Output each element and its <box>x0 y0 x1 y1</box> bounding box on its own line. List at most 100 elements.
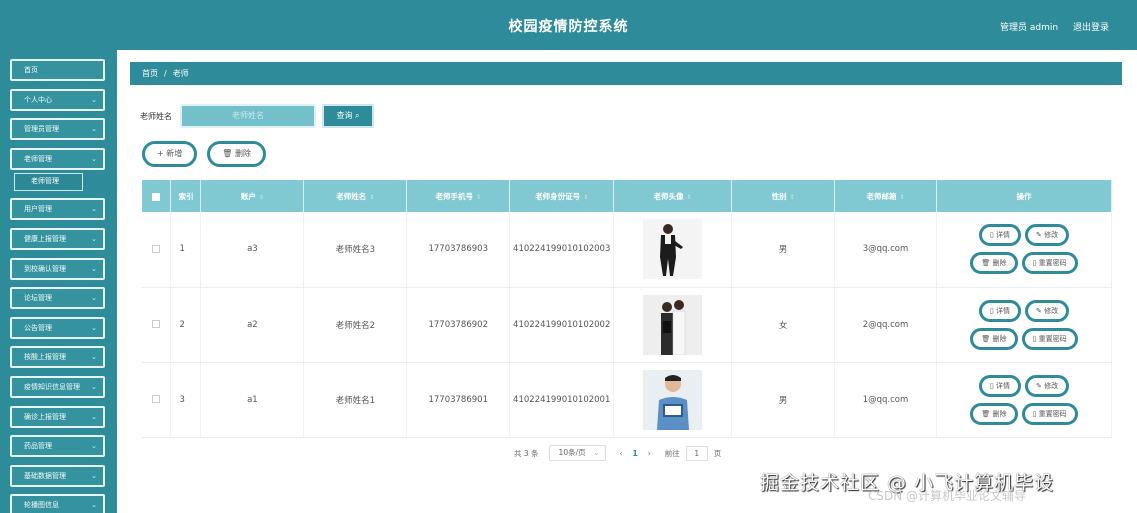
sidebar-item-label: 确诊上报管理 <box>24 412 66 421</box>
edit-button[interactable]: ✎ 修改 <box>1024 299 1070 322</box>
col-header-account[interactable]: 账户 ⇕ <box>200 180 305 212</box>
search-button[interactable]: 查询 ⌕ <box>322 104 374 128</box>
sidebar-item-label: 论坛管理 <box>24 294 52 303</box>
app-title: 校园疫情防控系统 <box>508 19 629 35</box>
cell-actions: ▯ 详情 ✎ 修改 🗑 删除 ▯ 重置密码 <box>936 212 1113 288</box>
sidebar-item-knowledge[interactable]: 疫情知识信息管理 ⌄ <box>10 375 105 398</box>
sidebar-item-notice[interactable]: 公告管理 ⌄ <box>10 316 105 339</box>
col-header-phone[interactable]: 老师手机号 ⇕ <box>406 180 511 212</box>
col-header-name[interactable]: 老师姓名 ⇕ <box>303 180 408 212</box>
col-header-gender[interactable]: 性别 ⇕ <box>731 180 836 212</box>
prev-page-icon[interactable]: ‹ <box>620 449 623 458</box>
chevron-down-icon: ⌄ <box>91 353 97 362</box>
document-icon: ▯ <box>989 381 994 390</box>
sidebar-item-diagnosis[interactable]: 确诊上报管理 ⌄ <box>10 405 105 428</box>
delete-button[interactable]: 🗑 删除 <box>970 327 1018 350</box>
sort-icon: ⇕ <box>369 193 375 201</box>
goto-page-input[interactable]: 1 <box>685 445 708 461</box>
trash-icon: 🗑 <box>222 149 233 158</box>
sidebar-item-forum[interactable]: 论坛管理 ⌄ <box>10 287 105 310</box>
cell-phone: 17703786901 <box>406 362 511 438</box>
teacher-table: 索引 账户 ⇕ 老师姓名 ⇕ 老师手机号 ⇕ 老师身份证号 ⇕ 老师头像 ⇕ 性别 ⇕ 老师… <box>142 180 1113 438</box>
plus-icon: + <box>157 149 164 158</box>
chevron-down-icon: ⌄ <box>91 95 97 104</box>
reset-password-button[interactable]: ▯ 重置密码 <box>1021 252 1078 275</box>
current-user: 管理员 admin <box>1000 23 1059 33</box>
detail-button[interactable]: ▯ 详情 <box>978 224 1021 247</box>
cell-avatar <box>613 212 733 288</box>
cell-phone: 17703786902 <box>406 287 511 363</box>
cell-name: 老师姓名1 <box>303 362 408 438</box>
cell-index: 1 <box>170 212 202 288</box>
batch-delete-button[interactable]: 🗑 删除 <box>207 141 266 167</box>
detail-button[interactable]: ▯ 详情 <box>978 374 1021 397</box>
breadcrumb: 首页 / 老师 <box>130 62 1122 85</box>
logout-link[interactable]: 退出登录 <box>1073 23 1109 33</box>
goto-label: 前往 <box>664 448 680 458</box>
col-header-avatar[interactable]: 老师头像 ⇕ <box>613 180 733 212</box>
edit-button[interactable]: ✎ 修改 <box>1024 374 1070 397</box>
sidebar-subitem-teachers[interactable]: 老师管理 <box>14 173 83 192</box>
sort-icon: ⇕ <box>583 193 589 201</box>
sidebar-item-label: 轮播图信息 <box>24 501 59 510</box>
trash-icon: 🗑 <box>981 334 991 343</box>
sidebar-item-arrival[interactable]: 到校确认管理 ⌄ <box>10 257 105 280</box>
row-checkbox[interactable] <box>152 395 161 403</box>
search-label: 老师姓名 <box>140 111 172 121</box>
col-header-actions: 操作 <box>936 180 1113 212</box>
next-page-icon[interactable]: › <box>648 449 651 458</box>
sidebar-item-medicine[interactable]: 药品管理 ⌄ <box>10 435 105 458</box>
search-input[interactable]: 老师姓名 <box>180 104 316 128</box>
cell-index: 3 <box>170 362 202 438</box>
reset-password-button[interactable]: ▯ 重置密码 <box>1021 327 1078 350</box>
row-select-cell[interactable] <box>142 212 172 288</box>
delete-button[interactable]: 🗑 删除 <box>970 252 1018 275</box>
sidebar-item-personal[interactable]: 个人中心 ⌄ <box>10 88 105 111</box>
cell-name: 老师姓名2 <box>303 287 408 363</box>
sidebar-item-admins[interactable]: 管理员管理 ⌄ <box>10 118 105 141</box>
add-button[interactable]: + 新增 <box>142 141 198 167</box>
col-header-index[interactable]: 索引 <box>170 180 202 212</box>
sidebar-item-users[interactable]: 用户管理 ⌄ <box>10 198 105 221</box>
sidebar-item-base-data[interactable]: 基础数据管理 ⌄ <box>10 464 105 487</box>
col-header-email[interactable]: 老师邮箱 ⇕ <box>834 180 937 212</box>
add-button-label: 新增 <box>166 149 183 158</box>
sidebar-item-health-report[interactable]: 健康上报管理 ⌄ <box>10 227 105 250</box>
sidebar-item-teachers[interactable]: 老师管理 ⌄ <box>10 147 105 170</box>
batch-delete-label: 删除 <box>234 149 251 158</box>
sidebar-item-label: 核酸上报管理 <box>24 353 66 362</box>
edit-button[interactable]: ✎ 修改 <box>1024 224 1070 247</box>
pagination-total: 共 3 条 <box>514 448 539 458</box>
cell-avatar <box>613 362 733 438</box>
cell-idcard: 410224199010102001 <box>509 362 615 438</box>
select-all-checkbox[interactable] <box>152 192 161 201</box>
sidebar-item-label: 健康上报管理 <box>24 234 66 243</box>
sidebar: 首页 个人中心 ⌄ 管理员管理 ⌄ 老师管理 ⌄ 老师管理 用户管理 ⌄ 健康上报管理 ⌄… <box>0 50 117 513</box>
page-size-select[interactable]: 10条/页 ⌄ <box>548 445 606 461</box>
detail-button[interactable]: ▯ 详情 <box>978 299 1021 322</box>
row-select-cell[interactable] <box>142 287 172 363</box>
sidebar-item-carousel[interactable]: 轮播图信息 ⌄ <box>10 494 105 513</box>
cell-account: a3 <box>200 212 305 288</box>
row-checkbox[interactable] <box>152 320 161 328</box>
reset-password-button[interactable]: ▯ 重置密码 <box>1021 402 1078 425</box>
chevron-down-icon: ⌄ <box>91 412 97 421</box>
search-bar: 老师姓名 老师姓名 查询 ⌕ <box>140 104 374 128</box>
select-all-cell[interactable] <box>142 180 172 212</box>
cell-gender: 男 <box>731 212 836 288</box>
breadcrumb-home[interactable]: 首页 <box>142 69 158 78</box>
sidebar-item-nucleic[interactable]: 核酸上报管理 ⌄ <box>10 346 105 369</box>
cell-actions: ▯ 详情 ✎ 修改 🗑 删除 ▯ 重置密码 <box>936 287 1113 363</box>
user-area: 管理员 admin 退出登录 <box>988 20 1109 33</box>
row-select-cell[interactable] <box>142 362 172 438</box>
cell-gender: 男 <box>731 362 836 438</box>
col-header-idcard[interactable]: 老师身份证号 ⇕ <box>509 180 615 212</box>
breadcrumb-current: 老师 <box>172 69 189 78</box>
sort-icon: ⇕ <box>258 193 264 201</box>
delete-button[interactable]: 🗑 删除 <box>970 402 1018 425</box>
sidebar-item-home[interactable]: 首页 <box>10 59 105 81</box>
sidebar-item-label: 疫情知识信息管理 <box>24 382 80 391</box>
page-number-current[interactable]: 1 <box>633 449 638 458</box>
sidebar-item-label: 公告管理 <box>24 323 52 332</box>
row-checkbox[interactable] <box>152 244 161 253</box>
